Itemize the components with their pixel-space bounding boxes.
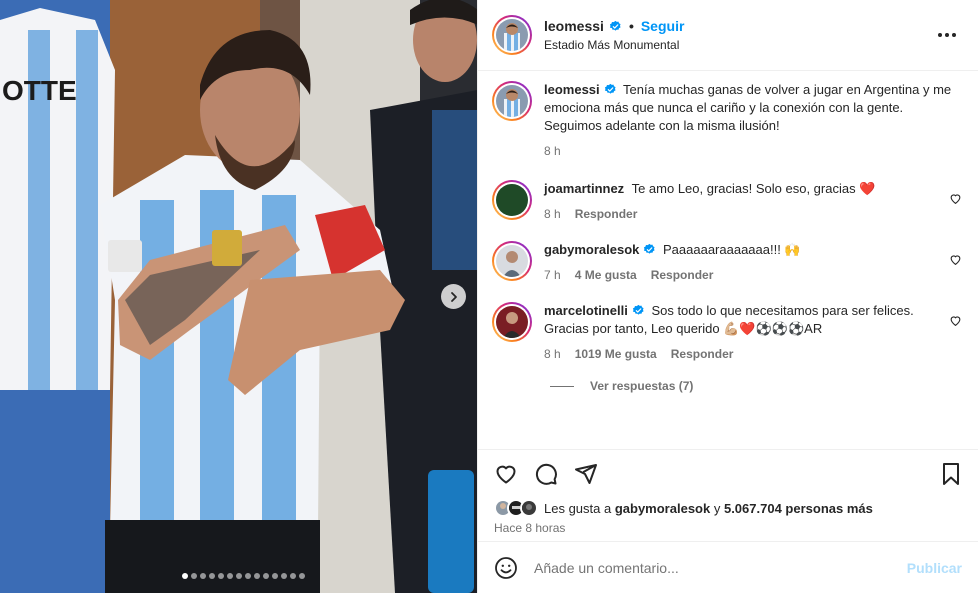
reply-button[interactable]: Responder (671, 347, 734, 361)
verified-badge-icon (609, 20, 621, 31)
liker-avatars[interactable] (494, 499, 538, 517)
carousel-dot (182, 573, 188, 579)
comment-text: Te amo Leo, gracias! Solo eso, gracias ❤… (631, 181, 876, 196)
comment-time[interactable]: 7 h (544, 268, 561, 282)
share-icon[interactable] (574, 462, 598, 486)
comment-username[interactable]: marcelotinelli (544, 303, 628, 318)
publish-button[interactable]: Publicar (907, 560, 962, 576)
post-header: leomessi • Seguir Estadio Más Monumental (478, 0, 978, 71)
avatar (520, 499, 538, 517)
avatar-image (496, 245, 528, 277)
like-comment-heart-icon[interactable] (949, 253, 962, 266)
comment-username[interactable]: joamartinnez (544, 181, 624, 196)
carousel-dot (272, 573, 278, 579)
carousel-dot (236, 573, 242, 579)
comment-icon[interactable] (534, 462, 558, 486)
verified-badge-icon (604, 83, 616, 94)
carousel-dot (299, 573, 305, 579)
jersey-text: OTTE (2, 75, 77, 106)
like-comment-heart-icon[interactable] (949, 192, 962, 205)
verified-badge-icon (644, 243, 655, 254)
carousel-dot (245, 573, 251, 579)
view-replies-label: Ver respuestas (7) (590, 379, 694, 393)
avatar[interactable] (492, 15, 532, 55)
author-username[interactable]: leomessi (544, 18, 604, 34)
likes-prefix: Les gusta a (544, 500, 612, 516)
avatar-image (496, 19, 528, 51)
reply-button[interactable]: Responder (575, 207, 638, 221)
replies-divider (550, 385, 574, 387)
comment-input[interactable] (534, 559, 907, 576)
next-slide-button[interactable] (441, 284, 466, 309)
comment-time[interactable]: 8 h (544, 207, 561, 221)
post-timestamp[interactable]: Hace 8 horas (478, 519, 978, 541)
avatar-image (496, 184, 528, 216)
comment-likes[interactable]: 4 Me gusta (575, 268, 637, 282)
carousel-dot (281, 573, 287, 579)
instagram-post: OTTE leomessi • Seguir Estadio Más Monum… (0, 0, 978, 593)
carousel-dot (191, 573, 197, 579)
likes-connector: y (713, 500, 721, 516)
comment-item: marcelotinelli Sos todo lo que necesitam… (492, 302, 964, 361)
emoji-icon[interactable] (494, 556, 518, 580)
comments-list: leomessi Tenía muchas ganas de volver a … (478, 71, 978, 449)
more-options-icon (938, 33, 942, 37)
header-separator: • (628, 18, 634, 34)
follow-button[interactable]: Seguir (641, 18, 685, 34)
post-location[interactable]: Estadio Más Monumental (544, 38, 684, 52)
like-heart-icon[interactable] (494, 462, 518, 486)
carousel-dot (254, 573, 260, 579)
comment-item: joamartinnez Te amo Leo, gracias! Solo e… (492, 180, 964, 221)
add-comment-bar: Publicar (478, 541, 978, 593)
carousel-indicator (0, 573, 477, 579)
caption-username[interactable]: leomessi (544, 82, 600, 97)
carousel-dot (263, 573, 269, 579)
avatar-image (496, 306, 528, 338)
post-side-panel: leomessi • Seguir Estadio Más Monumental (477, 0, 978, 593)
view-replies-button[interactable]: Ver respuestas (7) (550, 379, 964, 393)
comment-avatar[interactable] (492, 302, 532, 342)
likes-count[interactable]: 5.067.704 personas más (724, 501, 873, 516)
chevron-right-icon (450, 291, 457, 302)
comment-username[interactable]: gabymoralesok (544, 242, 639, 257)
comment-item: gabymoralesok Paaaaaaraaaaaaa!!! 🙌 7 h 4… (492, 241, 964, 282)
carousel-dot (200, 573, 206, 579)
carousel-dot (218, 573, 224, 579)
carousel-dot (290, 573, 296, 579)
verified-badge-icon (632, 304, 644, 315)
likes-summary: Les gusta a gabymoralesok y 5.067.704 pe… (478, 497, 978, 519)
save-bookmark-icon[interactable] (940, 462, 962, 486)
comment-time[interactable]: 8 h (544, 347, 561, 361)
more-options-button[interactable] (938, 27, 958, 43)
reply-button[interactable]: Responder (651, 268, 714, 282)
caption-avatar[interactable] (492, 81, 532, 121)
caption-time[interactable]: 8 h (544, 144, 561, 158)
liker-username[interactable]: gabymoralesok (615, 501, 710, 516)
post-caption: leomessi Tenía muchas ganas de volver a … (492, 81, 964, 158)
avatar-image (496, 85, 528, 117)
comment-text: Paaaaaaraaaaaaa!!! 🙌 (663, 242, 801, 257)
post-photo: OTTE (0, 0, 477, 593)
action-bar (478, 449, 978, 497)
carousel-dot (209, 573, 215, 579)
comment-avatar[interactable] (492, 241, 532, 281)
carousel-dot (227, 573, 233, 579)
like-comment-heart-icon[interactable] (949, 314, 962, 327)
post-media[interactable]: OTTE (0, 0, 477, 593)
comment-avatar[interactable] (492, 180, 532, 220)
comment-likes[interactable]: 1019 Me gusta (575, 347, 657, 361)
